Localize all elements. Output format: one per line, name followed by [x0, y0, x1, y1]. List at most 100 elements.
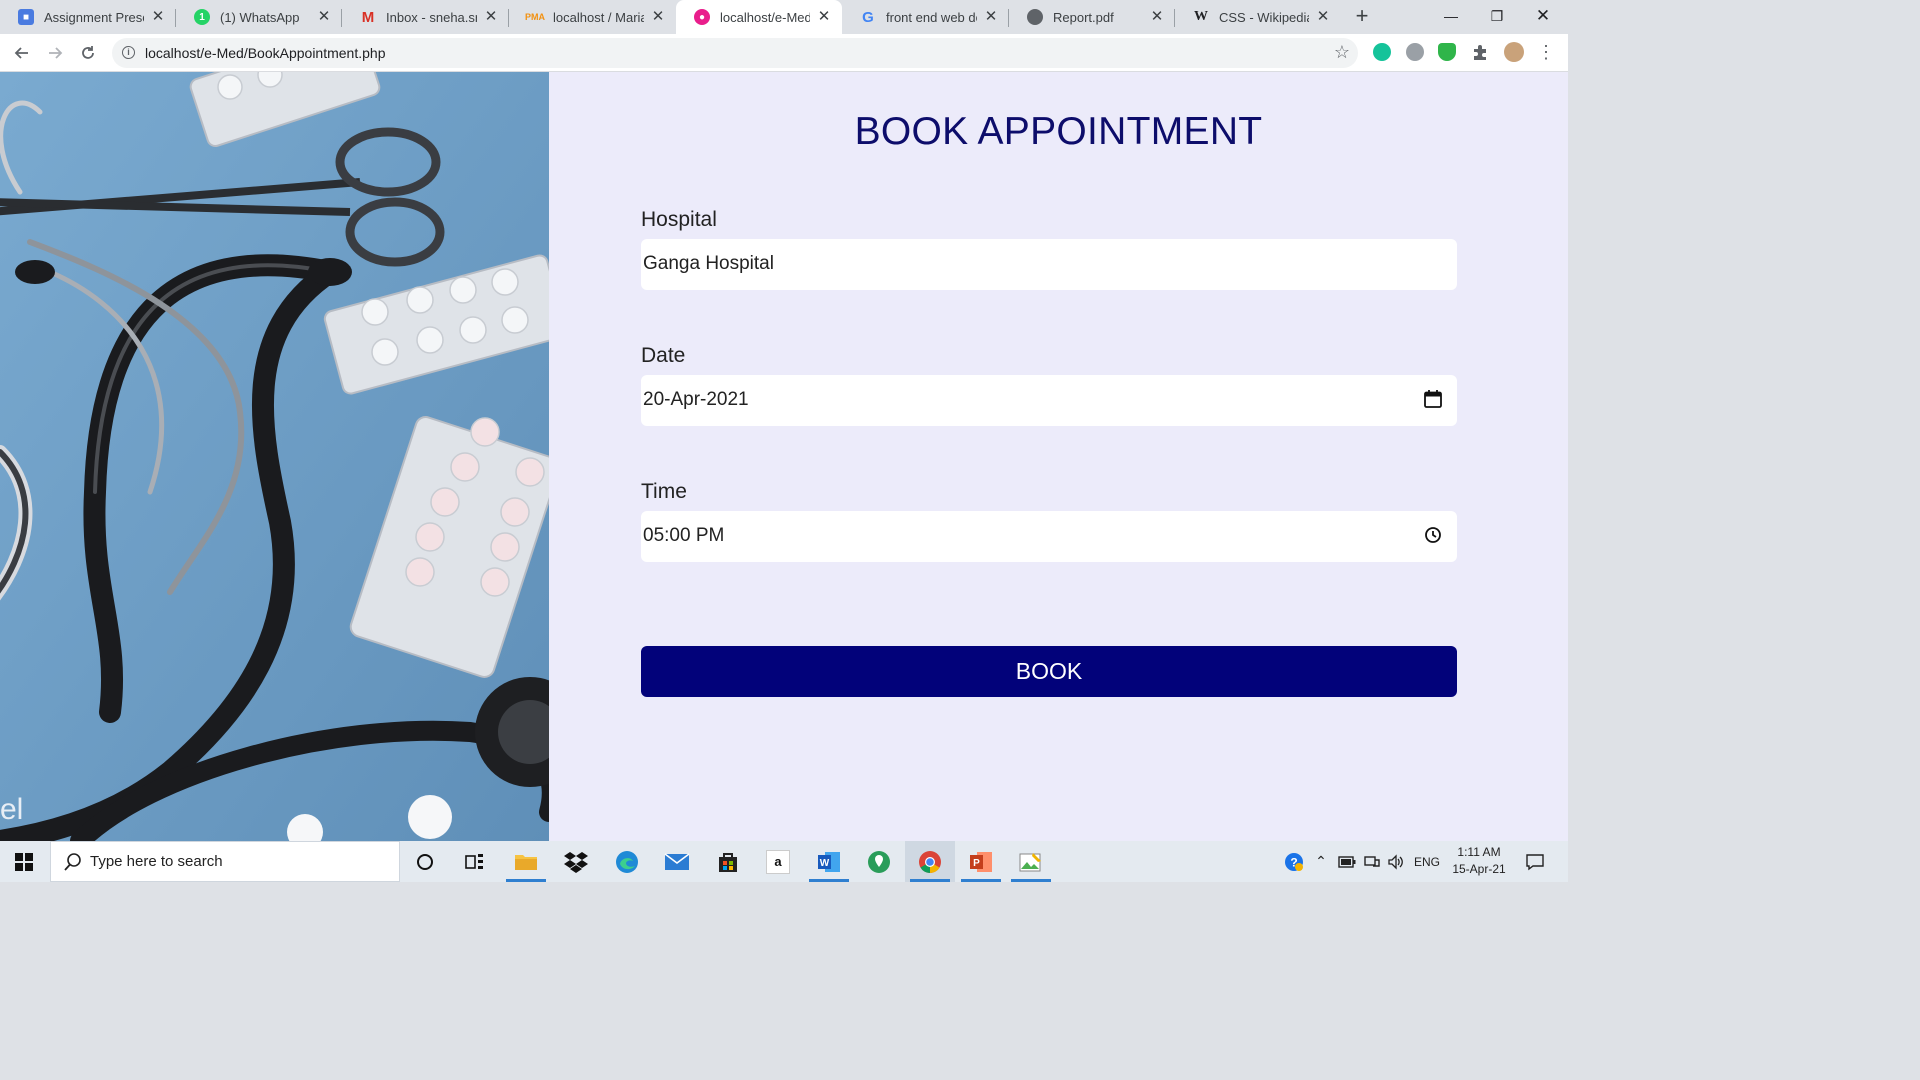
forward-button[interactable] [42, 40, 68, 66]
tab-report-pdf[interactable]: Report.pdf ✕ [1009, 0, 1175, 34]
whatsapp-icon: 1 [194, 9, 210, 25]
tab-google-search[interactable]: G front end web dev ✕ [842, 0, 1009, 34]
close-tab-icon[interactable]: ✕ [816, 9, 832, 25]
dropbox-icon[interactable] [551, 841, 601, 882]
appointment-form: BOOK APPOINTMENT Hospital Ganga Hospital… [549, 72, 1568, 841]
cortana-icon[interactable] [400, 841, 450, 882]
extension-circle-icon[interactable] [1406, 43, 1424, 61]
time-value: 05:00 PM [643, 525, 725, 546]
address-bar[interactable]: i localhost/e-Med/BookAppointment.php ☆ [112, 38, 1358, 68]
tab-label: (1) WhatsApp [220, 9, 300, 25]
calendar-icon[interactable] [1423, 389, 1443, 409]
clock-time: 1:11 AM [1457, 845, 1501, 859]
site-info-icon[interactable]: i [122, 46, 135, 59]
tab-gmail[interactable]: M Inbox - sneha.sridh ✕ [342, 0, 509, 34]
word-icon[interactable]: W [804, 841, 854, 882]
page-viewport: el BOOK APPOINTMENT Hospital Ganga Hospi… [0, 72, 1568, 841]
hospital-label: Hospital [641, 208, 717, 231]
tab-book-appointment[interactable]: ● localhost/e-Med/B ✕ [676, 0, 842, 34]
windows-taskbar: Type here to search a W P ? ⌃ ENG 1:11 A… [0, 841, 1568, 882]
tab-label: Inbox - sneha.sridh [386, 9, 477, 25]
back-button[interactable] [9, 40, 35, 66]
date-input[interactable]: 20-Apr-2021 [641, 375, 1457, 426]
file-explorer-icon[interactable] [501, 841, 551, 882]
new-tab-button[interactable]: + [1350, 5, 1374, 29]
stethoscope-illustration [0, 72, 549, 841]
taskbar-search[interactable]: Type here to search [50, 841, 400, 882]
task-view-icon[interactable] [450, 841, 500, 882]
close-tab-icon[interactable]: ✕ [1315, 9, 1331, 25]
tab-whatsapp[interactable]: 1 (1) WhatsApp ✕ [176, 0, 342, 34]
language-indicator[interactable]: ENG [1412, 841, 1442, 882]
close-tab-icon[interactable]: ✕ [1149, 9, 1165, 25]
hospital-value: Ganga Hospital [643, 253, 774, 274]
start-button[interactable] [0, 841, 48, 882]
svg-text:W: W [820, 858, 830, 869]
show-hidden-icons-chevron-icon[interactable]: ⌃ [1312, 841, 1330, 882]
clock-date: 15-Apr-21 [1452, 862, 1506, 876]
bookmark-star-icon[interactable]: ☆ [1334, 42, 1350, 63]
svg-text:P: P [973, 858, 980, 869]
close-tab-icon[interactable]: ✕ [483, 9, 499, 25]
grammarly-extension-icon[interactable] [1373, 43, 1391, 61]
wikipedia-icon: W [1194, 9, 1208, 24]
windows-logo-icon [15, 852, 33, 871]
close-tab-icon[interactable]: ✕ [316, 9, 332, 25]
mail-icon[interactable] [652, 841, 702, 882]
search-icon [64, 853, 81, 871]
gmail-icon: M [361, 8, 375, 26]
close-tab-icon[interactable]: ✕ [983, 9, 999, 25]
battery-icon[interactable] [1336, 841, 1358, 882]
close-window-button[interactable]: ✕ [1520, 0, 1566, 32]
profile-avatar[interactable] [1504, 42, 1524, 62]
reload-button[interactable] [75, 40, 101, 66]
amazon-icon[interactable]: a [753, 841, 803, 882]
phpmyadmin-icon: PMA [525, 12, 545, 22]
date-label: Date [641, 344, 686, 367]
date-value: 20-Apr-2021 [643, 389, 749, 410]
restore-button[interactable]: ❐ [1474, 0, 1520, 32]
hospital-input[interactable]: Ganga Hospital [641, 239, 1457, 290]
image-editor-icon[interactable] [1006, 841, 1056, 882]
help-icon[interactable]: ? [1282, 841, 1306, 882]
google-icon: G [862, 8, 874, 26]
close-tab-icon[interactable]: ✕ [650, 9, 666, 25]
classroom-icon: ■ [18, 9, 34, 25]
globe-icon [1027, 9, 1043, 25]
volume-icon[interactable] [1385, 841, 1407, 882]
minimize-button[interactable]: — [1428, 0, 1474, 32]
tab-label: Report.pdf [1053, 9, 1114, 25]
edge-browser-icon[interactable] [602, 841, 652, 882]
tab-label: localhost/e-Med/B [720, 9, 810, 25]
hero-medical-image: el [0, 72, 549, 841]
powerpoint-icon[interactable]: P [956, 841, 1006, 882]
tab-wikipedia[interactable]: W CSS - Wikipedia ✕ [1175, 0, 1341, 34]
back-arrow-icon [14, 47, 28, 59]
url-text[interactable]: localhost/e-Med/BookAppointment.php [145, 45, 385, 61]
forward-arrow-icon [49, 47, 63, 59]
store-icon[interactable] [703, 841, 753, 882]
shield-extension-icon[interactable] [1438, 43, 1456, 61]
tab-label: localhost / MariaD [553, 9, 644, 25]
time-label: Time [641, 480, 687, 503]
reload-icon [82, 46, 94, 59]
book-button[interactable]: BOOK [641, 646, 1457, 697]
browser-toolbar: i localhost/e-Med/BookAppointment.php ☆ … [0, 34, 1568, 72]
tab-phpmyadmin[interactable]: PMA localhost / MariaD ✕ [509, 0, 676, 34]
network-icon[interactable] [1361, 841, 1383, 882]
time-input[interactable]: 05:00 PM [641, 511, 1457, 562]
close-tab-icon[interactable]: ✕ [150, 9, 166, 25]
browser-tab-strip: ■ Assignment Presen ✕ 1 (1) WhatsApp ✕ M… [0, 0, 1568, 34]
maps-app-icon[interactable] [854, 841, 904, 882]
menu-kebab-icon[interactable]: ⋮ [1537, 43, 1555, 61]
clock-icon[interactable] [1423, 525, 1443, 545]
puzzle-extensions-icon[interactable] [1471, 43, 1489, 61]
tab-label: front end web dev [886, 9, 977, 25]
tab-label: CSS - Wikipedia [1219, 9, 1309, 25]
chrome-icon[interactable] [905, 841, 955, 882]
tab-label: Assignment Presen [44, 9, 144, 25]
tab-assignment[interactable]: ■ Assignment Presen ✕ [0, 0, 176, 34]
system-clock[interactable]: 1:11 AM 15-Apr-21 [1444, 844, 1514, 878]
notifications-icon[interactable] [1522, 841, 1548, 882]
page-title: BOOK APPOINTMENT [854, 110, 1263, 153]
